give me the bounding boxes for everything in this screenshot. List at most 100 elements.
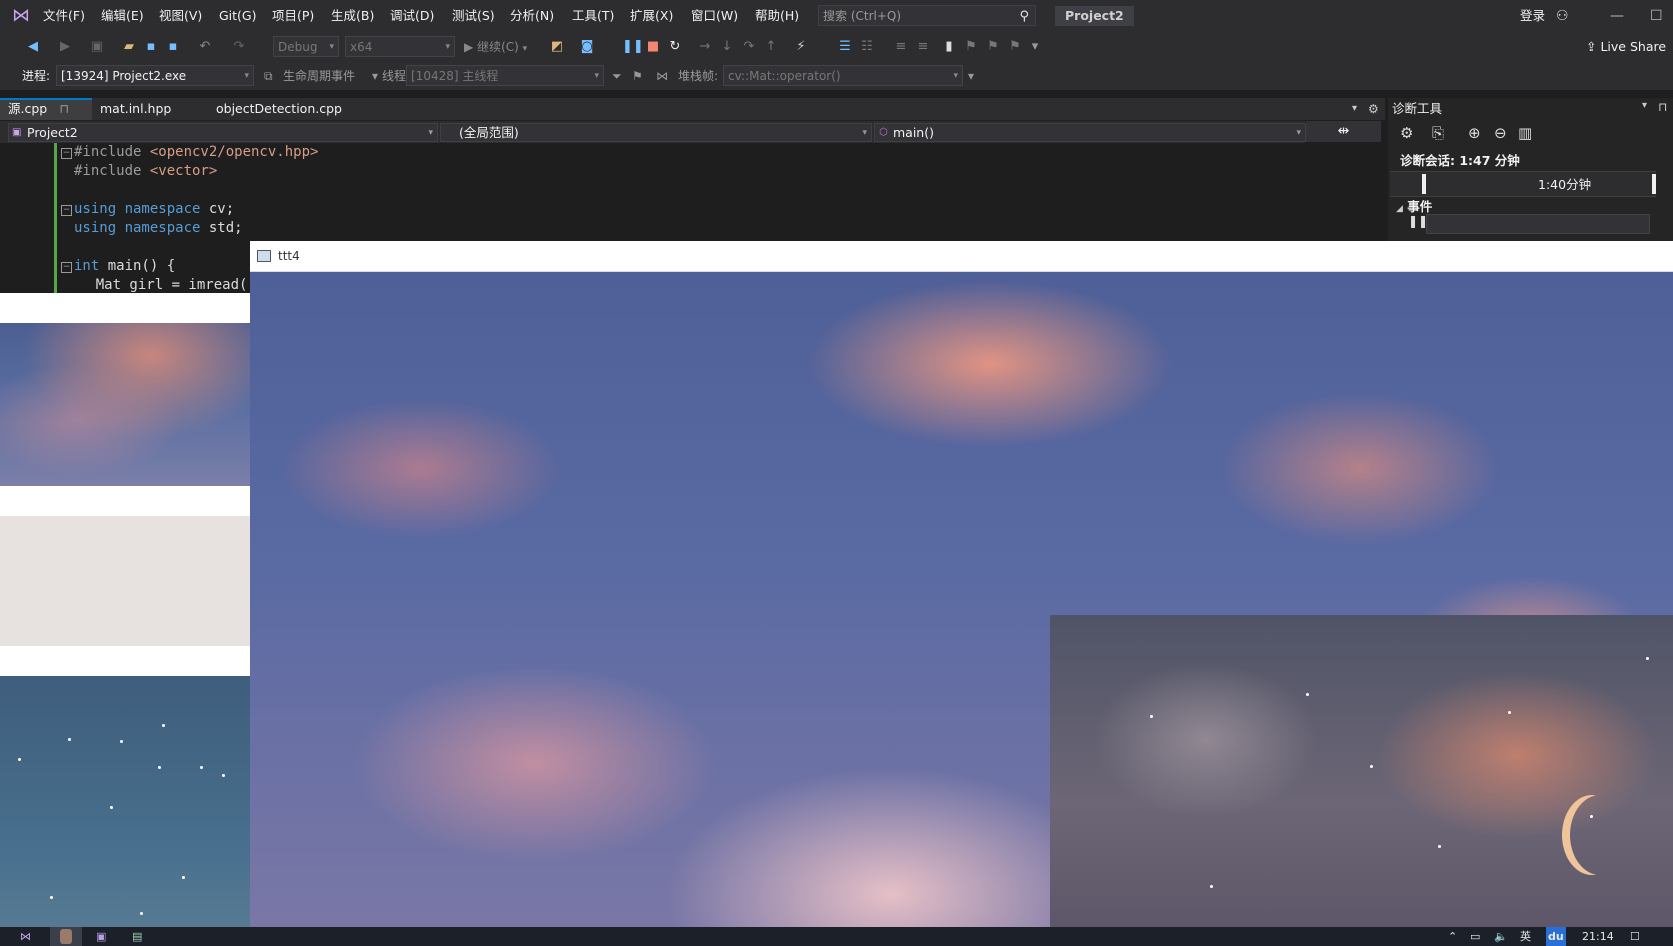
- image-window-titlebar[interactable]: ttt4: [250, 241, 1673, 272]
- project-dropdown[interactable]: ▣ Project2 ▾: [8, 123, 438, 142]
- back-icon[interactable]: ◀: [24, 38, 42, 56]
- thread-dropdown[interactable]: [10428] 主线程 ▾: [406, 65, 604, 86]
- timeline-end-handle[interactable]: [1652, 174, 1656, 194]
- ime-language[interactable]: 英: [1520, 927, 1531, 946]
- code-line[interactable]: using namespace cv;: [74, 200, 234, 219]
- menu-item[interactable]: 生成(B): [331, 0, 374, 32]
- menu-item[interactable]: 分析(N): [510, 0, 554, 32]
- search-icon[interactable]: ⚲: [1019, 6, 1029, 27]
- timeline-ruler[interactable]: 1:40分钟: [1390, 171, 1656, 197]
- pause-icon[interactable]: ❚❚: [622, 38, 644, 56]
- step-out-icon[interactable]: ↑: [762, 38, 780, 56]
- save-all-icon[interactable]: ▪: [164, 38, 182, 56]
- indent-icon[interactable]: ☷: [858, 38, 876, 56]
- stack-frame-dropdown[interactable]: cv::Mat::operator() ▾: [723, 65, 963, 86]
- process-icon[interactable]: ◩: [548, 38, 566, 56]
- window-taskbar-icon[interactable]: ▤: [132, 927, 142, 946]
- menu-item[interactable]: 调试(D): [390, 0, 434, 32]
- tab-source-cpp[interactable]: 源.cpp ⊓ ✕: [0, 98, 92, 134]
- tab-mat-inl-hpp[interactable]: mat.inl.hpp: [92, 98, 179, 120]
- maximize-icon[interactable]: ☐: [1650, 0, 1663, 32]
- menu-item[interactable]: 视图(V): [159, 0, 202, 32]
- fold-toggle-icon[interactable]: −: [61, 262, 72, 273]
- step-over-icon[interactable]: ↷: [740, 38, 758, 56]
- image-window-ttt4[interactable]: ttt4: [250, 241, 1673, 927]
- zoom-out-icon[interactable]: ⊖: [1494, 124, 1507, 142]
- network-icon[interactable]: ▭: [1470, 927, 1480, 946]
- platform-dropdown[interactable]: x64 ▾: [345, 36, 455, 57]
- menu-item[interactable]: Git(G): [219, 0, 257, 32]
- fold-toggle-icon[interactable]: −: [61, 205, 72, 216]
- comment-icon[interactable]: ≡: [892, 38, 910, 56]
- zoom-in-icon[interactable]: ⊕: [1468, 124, 1481, 142]
- screenshot-icon[interactable]: ◙: [578, 38, 596, 56]
- image-window-titlebar[interactable]: [0, 486, 250, 516]
- input-method-icon[interactable]: du: [1546, 927, 1566, 946]
- diag-settings-icon[interactable]: ⚙: [1400, 124, 1413, 142]
- restart-icon[interactable]: ↻: [666, 38, 684, 56]
- live-share-button[interactable]: ⇪ Live Share: [1586, 32, 1666, 62]
- timeline-start-handle[interactable]: [1422, 174, 1426, 194]
- menu-item[interactable]: 工具(T): [572, 0, 614, 32]
- lifecycle-label[interactable]: 生命周期事件: [283, 62, 355, 90]
- clock[interactable]: 21:14: [1582, 927, 1614, 946]
- menu-item[interactable]: 扩展(X): [630, 0, 673, 32]
- forward-icon[interactable]: ▶: [56, 38, 74, 56]
- visual-studio-taskbar-icon[interactable]: ⋈: [20, 927, 31, 946]
- code-line[interactable]: #include <opencv2/opencv.hpp>: [74, 143, 318, 162]
- prev-bookmark-icon[interactable]: ⚑: [962, 38, 980, 56]
- tray-expand-icon[interactable]: ⌃: [1448, 927, 1457, 946]
- next-bookmark-icon[interactable]: ⚑: [984, 38, 1002, 56]
- outline-icon[interactable]: ☰: [836, 38, 854, 56]
- events-section[interactable]: ◢ 事件: [1396, 196, 1432, 215]
- hot-reload-icon[interactable]: ⚡: [792, 38, 810, 56]
- menu-item[interactable]: 文件(F): [43, 0, 85, 32]
- chart-icon[interactable]: ▥: [1518, 124, 1532, 142]
- continue-button[interactable]: ▶ 继续(C) ▾: [464, 38, 527, 58]
- image-window-titlebar[interactable]: [0, 293, 250, 323]
- new-item-icon[interactable]: ▣: [88, 38, 106, 56]
- settings-icon[interactable]: ⚙: [1368, 98, 1379, 120]
- events-track[interactable]: [1426, 214, 1650, 234]
- code-line[interactable]: using namespace std;: [74, 219, 243, 238]
- volume-muted-icon[interactable]: 🔈: [1494, 927, 1508, 946]
- member-dropdown[interactable]: ⬡ main() ▾: [874, 123, 1306, 142]
- signin-link[interactable]: 登录: [1520, 0, 1545, 32]
- panel-pin-icon[interactable]: ⊓: [1658, 100, 1667, 114]
- stop-icon[interactable]: ■: [644, 38, 662, 56]
- redo-icon[interactable]: ↷: [230, 38, 248, 56]
- lifecycle-icon[interactable]: ⧉: [264, 62, 273, 90]
- uncomment-icon[interactable]: ≡: [914, 38, 932, 56]
- search-input[interactable]: 搜索 (Ctrl+Q) ⚲: [818, 5, 1036, 26]
- toolbar2-overflow-icon[interactable]: ▾: [968, 62, 974, 90]
- notification-icon[interactable]: ☐: [1630, 927, 1640, 946]
- menu-item[interactable]: 帮助(H): [755, 0, 799, 32]
- scope-dropdown[interactable]: (全局范围) ▾: [440, 123, 872, 142]
- undo-icon[interactable]: ↶: [196, 38, 214, 56]
- menu-item[interactable]: 编辑(E): [101, 0, 144, 32]
- image-window-titlebar[interactable]: [0, 646, 250, 676]
- tab-objectdetection-cpp[interactable]: objectDetection.cpp: [208, 98, 350, 120]
- stack-icon[interactable]: ⋈: [656, 62, 668, 90]
- menu-item[interactable]: 窗口(W): [691, 0, 738, 32]
- fold-toggle-icon[interactable]: −: [61, 148, 72, 159]
- open-folder-icon[interactable]: ▰: [120, 38, 138, 56]
- menu-item[interactable]: 项目(P): [272, 0, 314, 32]
- split-window-button[interactable]: ⇹: [1306, 121, 1381, 142]
- user-icon[interactable]: ⚇: [1556, 0, 1569, 32]
- tab-list-dropdown-icon[interactable]: ▾: [1352, 98, 1357, 120]
- save-icon[interactable]: ▪: [142, 38, 160, 56]
- bookmark-icon[interactable]: ▮: [940, 38, 958, 56]
- clear-bookmarks-icon[interactable]: ⚑: [1006, 38, 1024, 56]
- process-dropdown[interactable]: [13924] Project2.exe ▾: [56, 65, 254, 86]
- step-into-icon[interactable]: ↓: [718, 38, 736, 56]
- code-line[interactable]: #include <vector>: [74, 162, 217, 181]
- panel-menu-icon[interactable]: ▾: [1642, 100, 1647, 111]
- show-next-statement-icon[interactable]: →: [696, 38, 714, 56]
- flag-icon[interactable]: ⚑: [632, 62, 643, 90]
- menu-item[interactable]: 测试(S): [452, 0, 495, 32]
- export-icon[interactable]: ⎘: [1432, 124, 1444, 142]
- code-line[interactable]: int main() {: [74, 257, 175, 276]
- filter-icon[interactable]: ⏷: [612, 62, 622, 90]
- collapse-icon[interactable]: ◢: [1396, 204, 1403, 214]
